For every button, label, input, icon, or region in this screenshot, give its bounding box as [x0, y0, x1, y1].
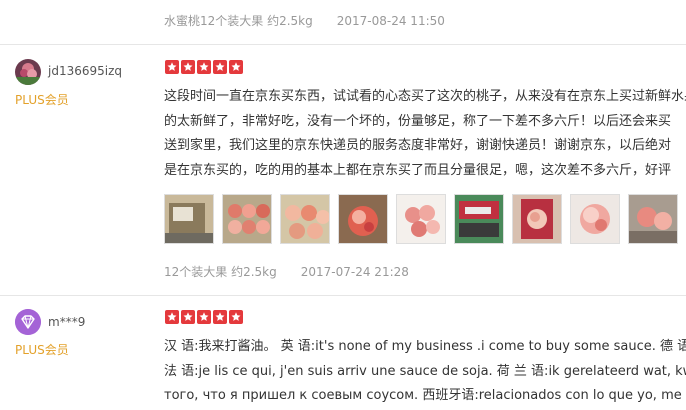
star-rating — [165, 60, 243, 74]
peach-single-photo[interactable] — [570, 194, 620, 244]
peach-tray-photo[interactable] — [222, 194, 272, 244]
username[interactable]: jd136695izq — [48, 64, 122, 78]
review-photos — [164, 194, 678, 244]
review-content-line: 法 语:je lis ce qui, j'en suis arriv une s… — [164, 363, 686, 379]
peach-tray-photo[interactable] — [280, 194, 330, 244]
star-icon — [197, 60, 211, 74]
plus-member-badge: PLUS会员 — [15, 343, 69, 357]
star-icon — [197, 310, 211, 324]
review-content: 汉 语:我来打酱油。 英 语:it's none of my business … — [164, 335, 686, 409]
star-icon — [229, 60, 243, 74]
review-meta: 水蜜桃12个装大果 约2.5kg 2017-08-24 11:50 — [164, 12, 469, 29]
review-content-line: 这段时间一直在京东买东西，试试看的心态买了这次的桃子，从来没有在京东上买过新鲜水… — [164, 89, 686, 104]
review-content-line: того, что я пришел к соевым соусом. 西班牙语… — [164, 388, 686, 403]
review-divider — [0, 295, 686, 296]
avatar[interactable] — [15, 59, 41, 85]
review-divider — [0, 44, 686, 45]
star-icon — [181, 310, 195, 324]
star-icon — [181, 60, 195, 74]
star-icon — [165, 310, 179, 324]
peach-box-photo[interactable] — [164, 194, 214, 244]
star-icon — [165, 60, 179, 74]
star-icon — [213, 60, 227, 74]
peach-scale-photo[interactable] — [454, 194, 504, 244]
review-content-line: 送到家里，我们这里的京东快递员的服务态度非常好，谢谢快递员！谢谢京东，以后绝对 — [164, 138, 672, 153]
plus-member-badge: PLUS会员 — [15, 93, 69, 107]
peach-table-photo[interactable] — [628, 194, 678, 244]
star-icon — [229, 310, 243, 324]
product-spec: 水蜜桃12个装大果 约2.5kg — [164, 14, 313, 28]
review-content-line: 汉 语:我来打酱油。 英 语:it's none of my business … — [164, 339, 686, 354]
star-rating — [165, 310, 243, 324]
peach-closeup-photo[interactable] — [338, 194, 388, 244]
diamond-icon — [15, 309, 41, 335]
peach-bag-photo[interactable] — [396, 194, 446, 244]
review-meta: 12个装大果 约2.5kg 2017-07-24 21:28 — [164, 263, 433, 280]
review-date: 2017-08-24 11:50 — [336, 14, 445, 28]
product-spec: 12个装大果 约2.5kg — [164, 265, 277, 279]
username[interactable]: m***9 — [48, 315, 85, 329]
review-content: 这段时间一直在京东买东西，试试看的心态买了这次的桃子，从来没有在京东上买过新鲜水… — [164, 85, 686, 183]
star-icon — [213, 310, 227, 324]
peach-hand-photo[interactable] — [512, 194, 562, 244]
avatar[interactable] — [15, 309, 41, 335]
review-date: 2017-07-24 21:28 — [300, 265, 409, 279]
review-content-line: 是在京东买的，吃的用的基本上都在京东买了而且分量很足，嗯，这次差不多六斤，好评 — [164, 162, 672, 178]
review-content-line: 的太新鲜了，非常好吃，没有一个坏的，份量够足，称了一下差不多六斤！以后还会来买 — [164, 113, 672, 129]
